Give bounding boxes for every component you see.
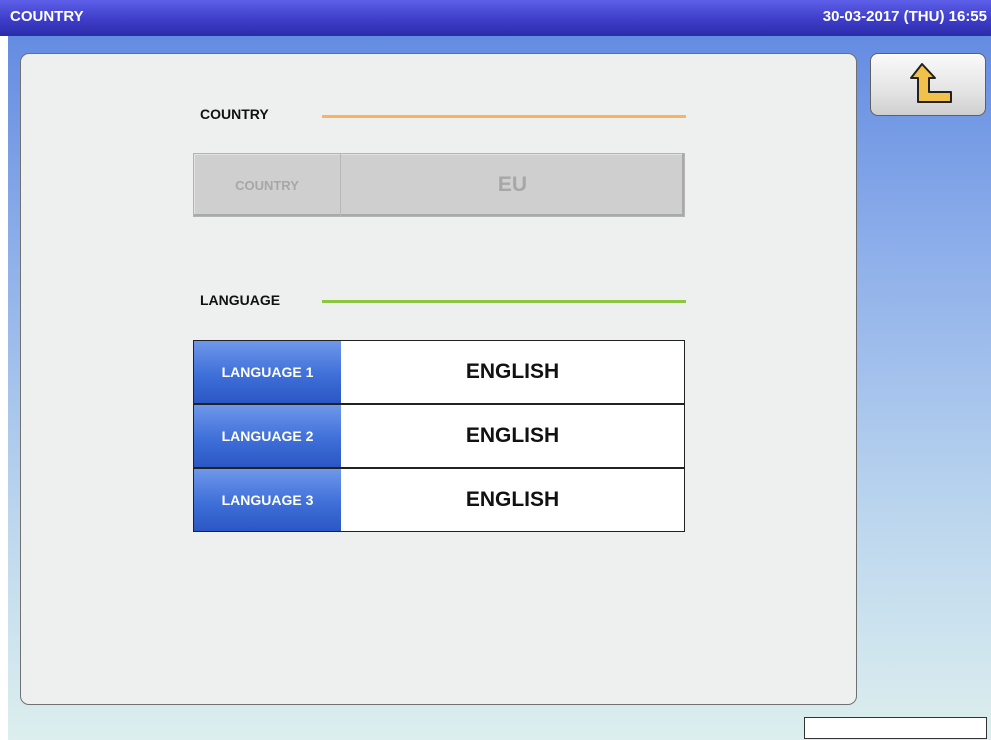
- back-button[interactable]: [870, 53, 986, 116]
- country-row: COUNTRY EU: [193, 153, 685, 217]
- language-3-value[interactable]: ENGLISH: [341, 469, 684, 531]
- language-2-row[interactable]: LANGUAGE 2 ENGLISH: [193, 404, 685, 468]
- title-bar: COUNTRY 30-03-2017 (THU) 16:55: [0, 0, 991, 36]
- language-section-divider: [322, 300, 686, 303]
- country-section-divider: [322, 115, 686, 118]
- main-panel: COUNTRY COUNTRY EU LANGUAGE LANGUAGE 1 E…: [20, 53, 857, 705]
- country-key-cell: COUNTRY: [194, 154, 341, 216]
- return-arrow-icon: [910, 63, 952, 103]
- screen-title: COUNTRY: [10, 8, 84, 25]
- country-section-label: COUNTRY: [200, 106, 269, 122]
- language-section-label: LANGUAGE: [200, 292, 281, 308]
- language-1-key[interactable]: LANGUAGE 1: [194, 341, 341, 403]
- language-3-row[interactable]: LANGUAGE 3 ENGLISH: [193, 468, 685, 532]
- language-3-key[interactable]: LANGUAGE 3: [194, 469, 341, 531]
- date-time: 30-03-2017 (THU) 16:55: [822, 8, 987, 25]
- language-1-value[interactable]: ENGLISH: [341, 341, 684, 403]
- language-2-value[interactable]: ENGLISH: [341, 405, 684, 467]
- country-value-cell: EU: [497, 173, 528, 196]
- left-edge: [0, 0, 8, 740]
- language-1-row[interactable]: LANGUAGE 1 ENGLISH: [193, 340, 685, 404]
- language-2-key[interactable]: LANGUAGE 2: [194, 405, 341, 467]
- status-box: [804, 717, 987, 739]
